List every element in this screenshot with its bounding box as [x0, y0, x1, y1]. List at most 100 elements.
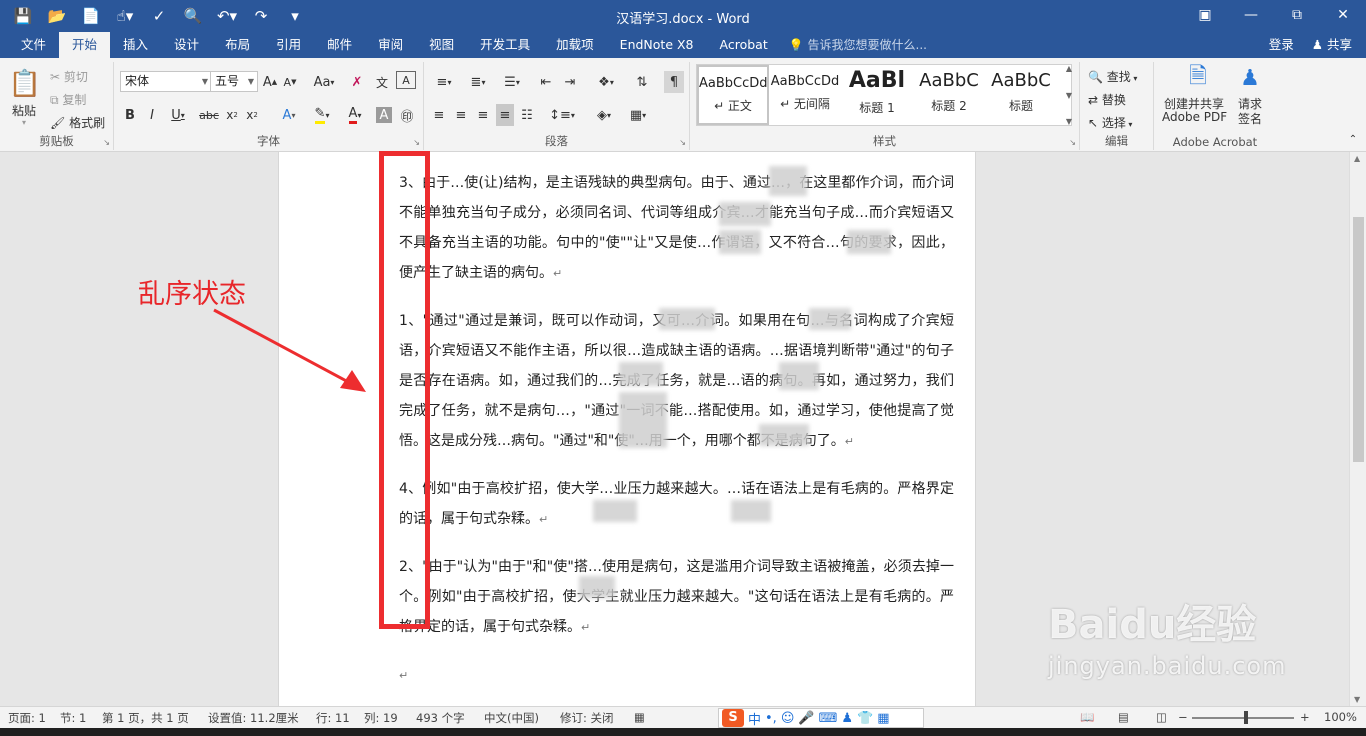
zoom-slider-thumb[interactable] [1244, 711, 1248, 724]
show-marks-icon[interactable]: ¶ [664, 71, 684, 93]
font-name-dropdown-icon[interactable]: ▼ [202, 72, 208, 91]
vertical-scrollbar[interactable]: ▲ ▼ [1349, 152, 1366, 706]
tab-endnote[interactable]: EndNote X8 [607, 32, 707, 58]
punctuation-icon[interactable]: •, [765, 711, 777, 726]
user-icon[interactable]: ♟ [841, 711, 853, 726]
clipboard-launcher-icon[interactable]: ↘ [103, 138, 110, 147]
clear-format-icon[interactable]: ✗ [348, 71, 366, 93]
share-button[interactable]: ♟ 共享 [1312, 32, 1352, 58]
scroll-down-icon[interactable]: ▼ [1354, 695, 1360, 704]
status-column[interactable]: 列: 19 [364, 710, 398, 726]
replace-button[interactable]: ⇄ 替换 [1088, 91, 1126, 108]
status-section[interactable]: 节: 1 [60, 710, 86, 726]
align-left-icon[interactable]: ≡ [430, 104, 448, 126]
format-painter-button[interactable]: 🖌 格式刷 [50, 114, 105, 131]
font-size-combo[interactable]: 五号 ▼ [210, 71, 258, 92]
font-name-combo[interactable]: 宋体 ▼ [120, 71, 212, 92]
italic-icon[interactable]: I [144, 104, 160, 126]
decrease-indent-icon[interactable]: ⇤ [536, 71, 556, 93]
tab-review[interactable]: 审阅 [365, 32, 416, 58]
line-spacing-icon[interactable]: ↕≡ ▾ [548, 104, 576, 126]
tab-design[interactable]: 设计 [161, 32, 212, 58]
cut-button[interactable]: ✂ 剪切 [50, 68, 88, 85]
zoom-out-icon[interactable]: − [1178, 710, 1188, 724]
request-line2[interactable]: 签名 [1238, 110, 1262, 127]
paste-icon[interactable]: 📋 [8, 66, 42, 102]
styles-more-icon[interactable]: ▼ [1066, 117, 1072, 126]
char-shading-icon[interactable]: A [376, 107, 392, 123]
tab-references[interactable]: 引用 [263, 32, 314, 58]
highlight-icon[interactable]: ✎ ▾ [308, 104, 336, 126]
char-border-icon[interactable]: A [396, 71, 416, 89]
status-word-count[interactable]: 493 个字 [416, 710, 465, 726]
skin-icon[interactable]: 👕 [857, 711, 873, 726]
paragraph-launcher-icon[interactable]: ↘ [679, 138, 686, 147]
scroll-thumb[interactable] [1353, 217, 1364, 462]
status-language[interactable]: 中文(中国) [484, 710, 539, 726]
borders-icon[interactable]: ▦ ▾ [624, 104, 652, 126]
paste-dropdown-icon[interactable]: ▾ [22, 118, 26, 127]
paragraph[interactable]: 3、由于…使(让)结构，是主语残缺的典型病句。由于、通过…，在这里都作介词，而介… [399, 168, 954, 289]
request-signature-icon[interactable]: ♟ [1236, 64, 1264, 92]
status-track-changes[interactable]: 修订: 关闭 [560, 710, 614, 726]
ime-mode[interactable]: 中 [748, 709, 761, 728]
chinese-layout-icon[interactable]: ❖ ▾ [592, 71, 620, 93]
create-pdf-line2[interactable]: Adobe PDF [1162, 110, 1227, 124]
emoji-icon[interactable]: ☺ [781, 711, 795, 726]
style-title[interactable]: AaBbC 标题 [985, 65, 1057, 125]
distributed-icon[interactable]: ☷ [518, 104, 536, 126]
align-center-icon[interactable]: ≡ [452, 104, 470, 126]
zoom-slider[interactable] [1192, 717, 1294, 719]
numbering-icon[interactable]: ≣ ▾ [464, 71, 492, 93]
shrink-font-icon[interactable]: A ▼ [282, 71, 298, 93]
zoom-in-icon[interactable]: + [1300, 710, 1310, 724]
empty-paragraph[interactable]: ↵ [399, 660, 954, 691]
multilevel-list-icon[interactable]: ☰ ▾ [498, 71, 526, 93]
sogou-logo-icon[interactable]: S [722, 709, 744, 727]
tab-insert[interactable]: 插入 [110, 32, 161, 58]
style-no-spacing[interactable]: AaBbCcDd ↵ 无间隔 [769, 65, 841, 125]
restore-icon[interactable]: ⧉ [1274, 0, 1320, 30]
print-layout-icon[interactable]: ▤ [1118, 710, 1129, 724]
change-case-button[interactable]: Aa ▾ [310, 71, 338, 93]
status-page-of[interactable]: 第 1 页，共 1 页 [102, 710, 189, 726]
login-link[interactable]: 登录 [1269, 32, 1294, 58]
status-line[interactable]: 行: 11 [316, 710, 350, 726]
tab-layout[interactable]: 布局 [212, 32, 263, 58]
ribbon-display-icon[interactable]: ▣ [1182, 0, 1228, 30]
grow-font-icon[interactable]: A ▲ [262, 71, 278, 93]
justify-icon[interactable]: ≡ [496, 104, 514, 126]
paragraph[interactable]: 2、"由于"认为"由于"和"使"搭…使用是病句，这是滥用介词导致主语被掩盖，必须… [399, 552, 954, 643]
select-button[interactable]: ↖ 选择 ▾ [1088, 114, 1132, 131]
style-heading-1[interactable]: AaBl 标题 1 [841, 65, 913, 125]
microphone-icon[interactable]: 🎤 [798, 711, 814, 726]
zoom-level[interactable]: 100% [1324, 710, 1357, 724]
underline-icon[interactable]: U ▾ [166, 104, 190, 126]
tab-file[interactable]: 文件 [8, 32, 59, 58]
macro-record-icon[interactable]: ▦ [634, 710, 645, 724]
keyboard-icon[interactable]: ⌨ [819, 711, 838, 726]
copy-button[interactable]: ⧉ 复制 [50, 91, 86, 108]
pinyin-guide-icon[interactable]: 文 [372, 71, 392, 93]
styles-launcher-icon[interactable]: ↘ [1069, 138, 1076, 147]
superscript-icon[interactable]: x2 [244, 104, 260, 126]
toolbox-icon[interactable]: ▦ [877, 711, 889, 726]
read-mode-icon[interactable]: 📖 [1080, 710, 1094, 724]
collapse-ribbon-icon[interactable]: ⌃ [1346, 128, 1360, 150]
tab-view[interactable]: 视图 [416, 32, 467, 58]
find-button[interactable]: 🔍 查找 ▾ [1088, 68, 1137, 85]
web-layout-icon[interactable]: ◫ [1156, 710, 1167, 724]
status-page[interactable]: 页面: 1 [8, 710, 46, 726]
tab-mailings[interactable]: 邮件 [314, 32, 365, 58]
tab-acrobat[interactable]: Acrobat [707, 32, 781, 58]
font-launcher-icon[interactable]: ↘ [413, 138, 420, 147]
style-normal[interactable]: AaBbCcDd ↵ 正文 [697, 65, 769, 125]
align-right-icon[interactable]: ≡ [474, 104, 492, 126]
text-effects-icon[interactable]: A ▾ [276, 104, 302, 126]
tell-me-search[interactable]: 💡 告诉我您想要做什么... [781, 32, 927, 58]
paragraph[interactable]: 4、例如"由于高校扩招，使大学…业压力越来越大。…话在语法上是有毛病的。严格界定… [399, 474, 954, 535]
paste-label[interactable]: 粘贴 [12, 102, 36, 119]
strikethrough-icon[interactable]: abc [198, 104, 220, 126]
font-size-dropdown-icon[interactable]: ▼ [248, 72, 254, 91]
tab-addins[interactable]: 加载项 [543, 32, 607, 58]
